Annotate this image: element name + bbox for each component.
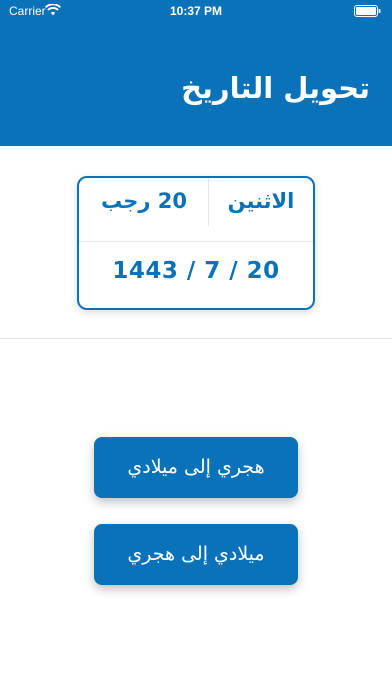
page-title: تحويل التاريخ	[181, 71, 370, 105]
date-card: الاثنين 20 رجب 1443 / 7 / 20	[77, 176, 315, 310]
day-month: 20 رجب	[101, 189, 187, 213]
app-header: Carrier 10:37 PM تحويل التاريخ	[0, 0, 392, 146]
date-card-top-row: الاثنين 20 رجب	[79, 178, 313, 242]
gregorian-to-hijri-button[interactable]: ميلادي إلى هجري	[94, 524, 298, 585]
day-name: الاثنين	[208, 178, 313, 226]
battery-icon	[354, 5, 381, 17]
numeric-date: 1443 / 7 / 20	[112, 258, 280, 284]
hijri-to-gregorian-button[interactable]: هجري إلى ميلادي	[94, 437, 298, 498]
section-divider	[0, 338, 392, 339]
status-time: 10:37 PM	[169, 4, 223, 18]
status-bar: Carrier 10:37 PM	[0, 0, 392, 22]
